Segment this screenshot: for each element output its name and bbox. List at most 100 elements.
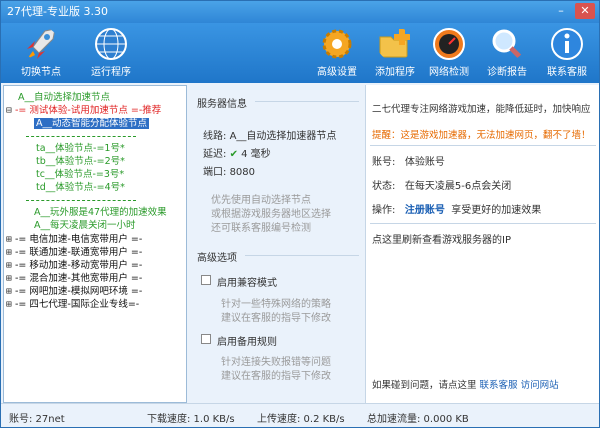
window-title: 27代理-专业版 3.30 xyxy=(7,5,108,18)
intro-text: 二七代理专注网络游戏加速，能降低延时，加快响应 xyxy=(372,104,591,115)
compat-mode-checkbox[interactable] xyxy=(201,275,211,285)
advanced-settings-label: 高级设置 xyxy=(317,67,357,78)
port-label: 端口: xyxy=(203,167,227,178)
tree-node-auto-select[interactable]: A__自动选择加速节点 xyxy=(18,91,110,104)
tree-node-tc[interactable]: tc__体验节点-=3号* xyxy=(36,168,124,181)
delay-row: 延迟: ✔ 4 毫秒 xyxy=(203,145,271,160)
run-program-label: 运行程序 xyxy=(91,67,131,78)
rocket-icon xyxy=(27,28,56,59)
minimize-button[interactable]: – xyxy=(551,3,571,19)
tree-node-daily[interactable]: A__每天凌晨关闭一小时 xyxy=(34,219,136,232)
gear-icon xyxy=(322,29,352,59)
server-hint-3: 还可联系客服编号检测 xyxy=(211,223,311,234)
switch-node-button[interactable]: 切换节点 xyxy=(9,27,73,81)
delay-label: 延迟: xyxy=(203,149,227,160)
tree-group-unicom-label: -= 联通加速-联通宽带用户 =- xyxy=(15,247,143,258)
close-button[interactable]: ✕ xyxy=(575,3,595,19)
globe-icon xyxy=(95,28,127,60)
toolbar: 切换节点 运行程序 高级设置 添加程序 网络检测 诊断报告 联系客服 xyxy=(1,23,599,83)
title-bar: 27代理-专业版 3.30 – ✕ xyxy=(1,1,599,23)
tree-node-play[interactable]: A__玩外服是47代理的加速效果 xyxy=(34,206,167,219)
operation-row: 操作: 注册账号 享受更好的加速效果 xyxy=(372,201,541,216)
backup-hint-1: 针对连接失败报错等问题 xyxy=(221,357,331,368)
tree-group-unicom[interactable]: ⊞ -= 联通加速-联通宽带用户 =- xyxy=(6,246,142,259)
status-download: 下载速度: 1.0 KB/s xyxy=(147,414,235,425)
line-row: 线路: A__自动选择加速器节点 xyxy=(203,127,336,142)
register-link[interactable]: 注册账号 xyxy=(405,205,445,216)
status-label: 状态: xyxy=(372,181,396,192)
account-row: 账号: 体验账号 xyxy=(372,153,445,168)
collapse-icon[interactable]: ⊟ xyxy=(6,104,15,117)
tree-group-netbar-label: -= 网吧加速-模拟网吧环境 =- xyxy=(15,286,143,297)
status-dot-icon: ✔ xyxy=(229,149,238,160)
network-check-button[interactable]: 网络检测 xyxy=(417,27,481,81)
tree-group-intl-label: -= 四七代理-国际企业专线=- xyxy=(15,299,140,310)
account-label: 账号: xyxy=(372,157,396,168)
contact-support-button[interactable]: 联系客服 xyxy=(535,27,599,81)
divider xyxy=(370,223,596,224)
tree-group-telecom[interactable]: ⊞ -= 电信加速-电信宽带用户 =- xyxy=(6,233,142,246)
status-row: 状态: 在每天凌晨5-6点会关闭 xyxy=(372,177,511,192)
warning-text: 提醒：这是游戏加速器，无法加速网页，翻不了墙！ xyxy=(372,130,591,141)
compat-hint-1: 针对一些特殊网络的策略 xyxy=(221,299,331,310)
folder-add-icon xyxy=(379,29,410,58)
tree-node-dynamic-label: A__动态智能分配体验节点 xyxy=(34,118,149,129)
port-row: 端口: 8080 xyxy=(203,163,255,178)
status-bar: 账号: 27net 下载速度: 1.0 KB/s 上传速度: 0.2 KB/s … xyxy=(1,403,599,427)
expand-icon[interactable]: ⊞ xyxy=(6,298,15,311)
tree-group-mixed[interactable]: ⊞ -= 混合加速-其他宽带用户 =- xyxy=(6,272,142,285)
compat-mode-label[interactable]: 启用兼容模式 xyxy=(217,274,277,289)
problem-row: 如果碰到问题，请点这里 联系客服 访问网站 xyxy=(372,377,559,391)
magnifier-icon xyxy=(492,29,523,60)
contact-support-label: 联系客服 xyxy=(547,67,587,78)
refresh-ip-link[interactable]: 点这里刷新查看游戏服务器的IP xyxy=(372,231,511,246)
expand-icon[interactable]: ⊞ xyxy=(6,259,15,272)
divider xyxy=(255,101,359,102)
expand-icon[interactable]: ⊞ xyxy=(6,272,15,285)
status-account: 账号: 27net xyxy=(9,414,65,425)
node-tree: A__自动选择加速节点 ⊟ -= 测试体验-试用加速节点 =-推荐 A__动态智能… xyxy=(3,85,187,403)
info-panel: 二七代理专注网络游戏加速，能降低延时，加快响应 提醒：这是游戏加速器，无法加速网… xyxy=(365,85,599,403)
tree-group-mobile-label: -= 移动加速-移动宽带用户 =- xyxy=(15,260,143,271)
tree-node-ta[interactable]: ta__体验节点-=1号* xyxy=(36,142,125,155)
status-upload: 上传速度: 0.2 KB/s xyxy=(257,414,345,425)
expand-icon[interactable]: ⊞ xyxy=(6,233,15,246)
expand-icon[interactable]: ⊞ xyxy=(6,246,15,259)
tree-group-netbar[interactable]: ⊞ -= 网吧加速-模拟网吧环境 =- xyxy=(6,285,142,298)
diagnose-report-button[interactable]: 诊断报告 xyxy=(475,27,539,81)
run-program-button[interactable]: 运行程序 xyxy=(79,27,143,81)
divider xyxy=(370,145,596,146)
backup-hint-2: 建议在客服的指导下修改 xyxy=(221,371,331,382)
network-check-label: 网络检测 xyxy=(429,67,469,78)
operation-label: 操作: xyxy=(372,205,396,216)
compat-hint-2: 建议在客服的指导下修改 xyxy=(221,313,331,324)
server-panel: 服务器信息 线路: A__自动选择加速器节点 延迟: ✔ 4 毫秒 端口: 80… xyxy=(191,85,363,403)
switch-node-label: 切换节点 xyxy=(21,67,61,78)
advanced-settings-button[interactable]: 高级设置 xyxy=(305,27,369,81)
tree-node-dynamic[interactable]: A__动态智能分配体验节点 xyxy=(34,117,149,130)
contact-support-link[interactable]: 联系客服 xyxy=(480,380,518,391)
backup-rules-checkbox[interactable] xyxy=(201,334,211,344)
info-icon xyxy=(551,28,583,60)
visit-site-link[interactable]: 访问网站 xyxy=(521,380,559,391)
server-info-heading: 服务器信息 xyxy=(197,99,247,110)
tree-group-mixed-label: -= 混合加速-其他宽带用户 =- xyxy=(15,273,143,284)
tree-node-td[interactable]: td__体验节点-=4号* xyxy=(36,181,125,194)
diagnose-report-label: 诊断报告 xyxy=(487,67,527,78)
tree-group-mobile[interactable]: ⊞ -= 移动加速-移动宽带用户 =- xyxy=(6,259,142,272)
tree-group-trial-label: -= 测试体验-试用加速节点 =-推荐 xyxy=(15,105,162,116)
status-total: 总加速流量: 0.000 KB xyxy=(367,414,469,425)
expand-icon[interactable]: ⊞ xyxy=(6,285,15,298)
server-hint-1: 优先使用自动选择节点 xyxy=(211,195,311,206)
operation-text: 享受更好的加速效果 xyxy=(451,205,542,216)
backup-rules-label[interactable]: 启用备用规则 xyxy=(217,333,277,348)
speedometer-icon xyxy=(433,28,465,60)
divider xyxy=(245,255,359,256)
tree-node-tb[interactable]: tb__体验节点-=2号* xyxy=(36,155,125,168)
line-label: 线路: xyxy=(203,131,227,142)
problem-text: 如果碰到问题，请点这里 xyxy=(372,380,477,391)
line-value: A__自动选择加速器节点 xyxy=(229,131,337,142)
delay-value: 4 毫秒 xyxy=(241,149,271,160)
tree-group-trial[interactable]: ⊟ -= 测试体验-试用加速节点 =-推荐 xyxy=(6,104,161,117)
tree-group-intl[interactable]: ⊞ -= 四七代理-国际企业专线=- xyxy=(6,298,139,311)
